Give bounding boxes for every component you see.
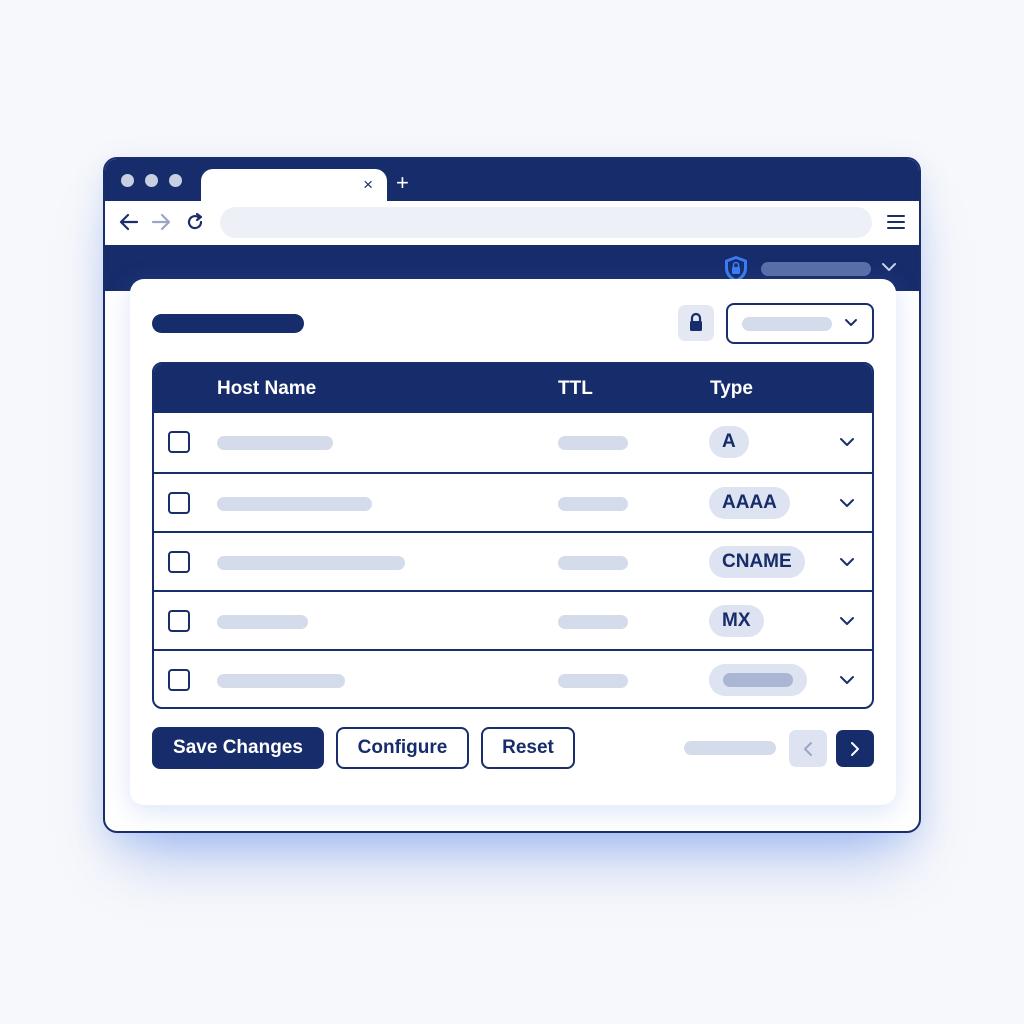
table-row[interactable]: CNAME bbox=[154, 531, 872, 590]
type-badge: MX bbox=[709, 605, 764, 637]
browser-titlebar: × + bbox=[105, 159, 919, 203]
chevron-down-icon[interactable] bbox=[839, 437, 855, 448]
pagination-info bbox=[684, 741, 776, 755]
table-header: Host Name TTL Type bbox=[154, 364, 872, 413]
type-badge: AAAA bbox=[709, 487, 790, 519]
new-tab-button[interactable]: + bbox=[396, 172, 409, 194]
save-changes-button[interactable]: Save Changes bbox=[152, 727, 324, 769]
type-badge: A bbox=[709, 426, 749, 458]
table-row[interactable]: AAAA bbox=[154, 472, 872, 531]
table-row[interactable]: A bbox=[154, 413, 872, 472]
browser-navbar bbox=[105, 201, 919, 245]
next-page-button[interactable] bbox=[836, 730, 874, 767]
row-checkbox[interactable] bbox=[168, 551, 190, 573]
page-title bbox=[152, 314, 304, 333]
ttl-value bbox=[558, 556, 628, 570]
ttl-value bbox=[558, 436, 628, 450]
table-row[interactable] bbox=[154, 649, 872, 707]
column-header-host-name[interactable]: Host Name bbox=[217, 378, 316, 400]
dns-records-table: Host Name TTL Type A AAAA CNAME MX bbox=[152, 362, 874, 709]
column-header-ttl[interactable]: TTL bbox=[558, 378, 593, 400]
row-checkbox[interactable] bbox=[168, 610, 190, 632]
host-name-value bbox=[217, 497, 372, 511]
reset-button[interactable]: Reset bbox=[481, 727, 575, 769]
chevron-down-icon[interactable] bbox=[839, 498, 855, 509]
chevron-down-icon[interactable] bbox=[839, 616, 855, 627]
chevron-down-icon bbox=[845, 319, 857, 326]
filter-dropdown-value bbox=[742, 317, 832, 331]
filter-dropdown[interactable] bbox=[726, 303, 874, 344]
host-name-value bbox=[217, 615, 308, 629]
host-name-value bbox=[217, 556, 405, 570]
browser-window: × + Host Name TTL Type A AAAA CNAME MX S… bbox=[103, 157, 921, 833]
column-header-type[interactable]: Type bbox=[710, 378, 753, 400]
lock-button[interactable] bbox=[678, 305, 714, 341]
user-menu[interactable] bbox=[761, 262, 871, 276]
host-name-value bbox=[217, 674, 345, 688]
reload-icon[interactable] bbox=[185, 212, 205, 232]
dns-records-card: Host Name TTL Type A AAAA CNAME MX Save … bbox=[130, 279, 896, 805]
window-control-dot[interactable] bbox=[169, 174, 182, 187]
window-control-dot[interactable] bbox=[121, 174, 134, 187]
tab-close-button[interactable]: × bbox=[363, 175, 373, 195]
lock-icon bbox=[690, 312, 702, 331]
configure-button[interactable]: Configure bbox=[336, 727, 469, 769]
chevron-left-icon bbox=[804, 742, 812, 756]
chevron-down-icon[interactable] bbox=[881, 261, 897, 273]
back-arrow-icon[interactable] bbox=[119, 213, 139, 231]
browser-tab[interactable]: × bbox=[201, 169, 387, 203]
row-checkbox[interactable] bbox=[168, 431, 190, 453]
type-badge bbox=[709, 664, 807, 696]
chevron-down-icon[interactable] bbox=[839, 557, 855, 568]
type-badge: CNAME bbox=[709, 546, 805, 578]
previous-page-button[interactable] bbox=[789, 730, 827, 767]
table-row[interactable]: MX bbox=[154, 590, 872, 649]
ttl-value bbox=[558, 674, 628, 688]
menu-icon[interactable] bbox=[887, 211, 905, 233]
window-control-dot[interactable] bbox=[145, 174, 158, 187]
forward-arrow-icon[interactable] bbox=[151, 213, 171, 231]
row-checkbox[interactable] bbox=[168, 492, 190, 514]
chevron-right-icon bbox=[851, 742, 859, 756]
ttl-value bbox=[558, 615, 628, 629]
address-bar[interactable] bbox=[220, 207, 872, 238]
ttl-value bbox=[558, 497, 628, 511]
host-name-value bbox=[217, 436, 333, 450]
row-checkbox[interactable] bbox=[168, 669, 190, 691]
chevron-down-icon[interactable] bbox=[839, 675, 855, 686]
